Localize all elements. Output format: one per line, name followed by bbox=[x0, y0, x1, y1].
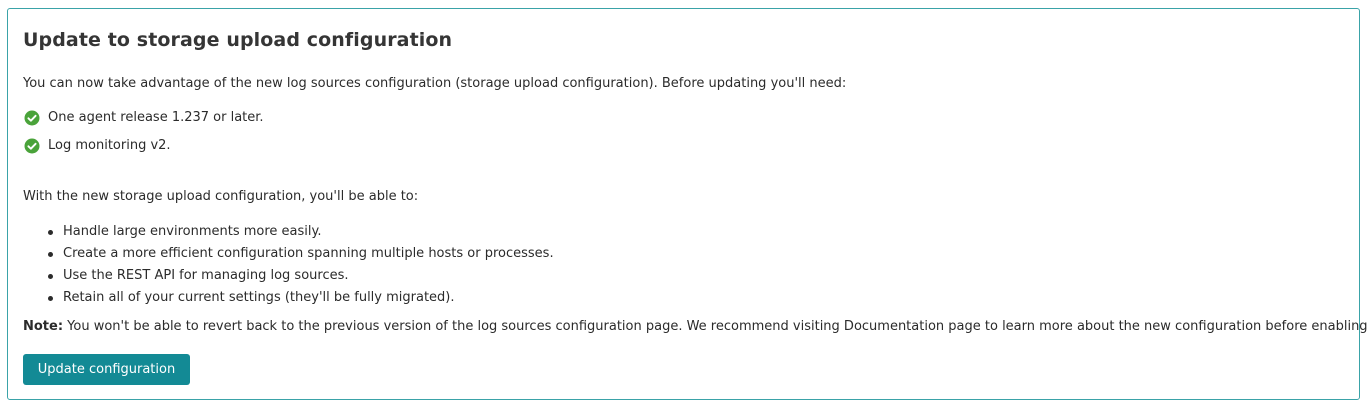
panel-title: Update to storage upload configuration bbox=[23, 29, 453, 51]
benefit-item: Create a more efficient configuration sp… bbox=[23, 245, 554, 267]
requirement-item: Log monitoring v2. bbox=[24, 137, 171, 155]
requirement-label: One agent release 1.237 or later. bbox=[48, 110, 264, 125]
requirement-item: One agent release 1.237 or later. bbox=[24, 109, 264, 127]
requirement-label: Log monitoring v2. bbox=[48, 138, 171, 153]
intro-text: You can now take advantage of the new lo… bbox=[23, 76, 847, 91]
update-configuration-button[interactable]: Update configuration bbox=[23, 354, 190, 385]
benefits-list: Handle large environments more easily. C… bbox=[23, 223, 554, 311]
benefit-item: Use the REST API for managing log source… bbox=[23, 267, 554, 289]
check-circle-icon bbox=[24, 110, 40, 126]
note-text: Note: You won't be able to revert back t… bbox=[23, 319, 1369, 335]
benefit-item: Retain all of your current settings (the… bbox=[23, 289, 554, 311]
note-body: You won't be able to revert back to the … bbox=[63, 319, 1369, 334]
note-label: Note: bbox=[23, 319, 64, 334]
benefits-intro-text: With the new storage upload configuratio… bbox=[23, 189, 419, 204]
storage-upload-config-panel: Update to storage upload configuration Y… bbox=[7, 8, 1369, 400]
check-circle-icon bbox=[24, 138, 40, 154]
benefit-item: Handle large environments more easily. bbox=[23, 223, 554, 245]
